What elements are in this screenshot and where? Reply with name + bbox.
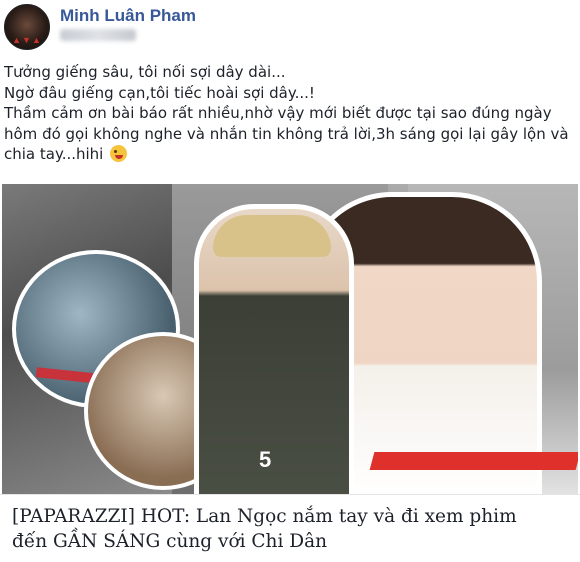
avatar-logo: ▲▼▲ <box>12 35 42 45</box>
man-hair <box>213 215 331 257</box>
facebook-post: ▲▼▲ Minh Luân Pham Tưởng giếng sâu, tôi … <box>0 0 580 562</box>
post-line-2: Ngờ đâu giếng cạn,tôi tiếc hoài sợi dây.… <box>4 83 315 102</box>
post-line-1: Tưởng giếng sâu, tôi nối sợi dây dài... <box>4 63 286 81</box>
post-line-4: hôm đó gọi không nghe và nhắn tin không … <box>4 124 569 143</box>
link-caption[interactable]: [PAPARAZZI] HOT: Lan Ngọc nắm tay và đi … <box>0 494 580 562</box>
link-preview-image[interactable]: 5 <box>2 184 578 494</box>
jacket-number: 5 <box>259 447 272 472</box>
winking-face-with-tongue-icon <box>110 145 128 162</box>
author-name[interactable]: Minh Luân Pham <box>60 6 196 26</box>
post-text: Tưởng giếng sâu, tôi nối sợi dây dài... … <box>4 62 578 165</box>
man-cutout: 5 <box>194 204 354 494</box>
post-line-5-text: chia tay...hihi <box>4 145 104 163</box>
post-line-5: chia tay...hihi <box>4 144 578 165</box>
link-title-line-1: [PAPARAZZI] HOT: Lan Ngọc nắm tay và đi … <box>12 506 517 527</box>
red-banner-stripe <box>369 452 578 470</box>
post-line-3: Thầm cảm ơn bài báo rất nhiều,nhờ vậy mớ… <box>4 104 552 122</box>
author-avatar[interactable]: ▲▼▲ <box>4 4 50 50</box>
post-timestamp-blurred <box>60 29 136 41</box>
link-title[interactable]: [PAPARAZZI] HOT: Lan Ngọc nắm tay và đi … <box>12 504 568 554</box>
link-title-line-2: đến GẦN SÁNG cùng với Chi Dân <box>12 531 328 552</box>
